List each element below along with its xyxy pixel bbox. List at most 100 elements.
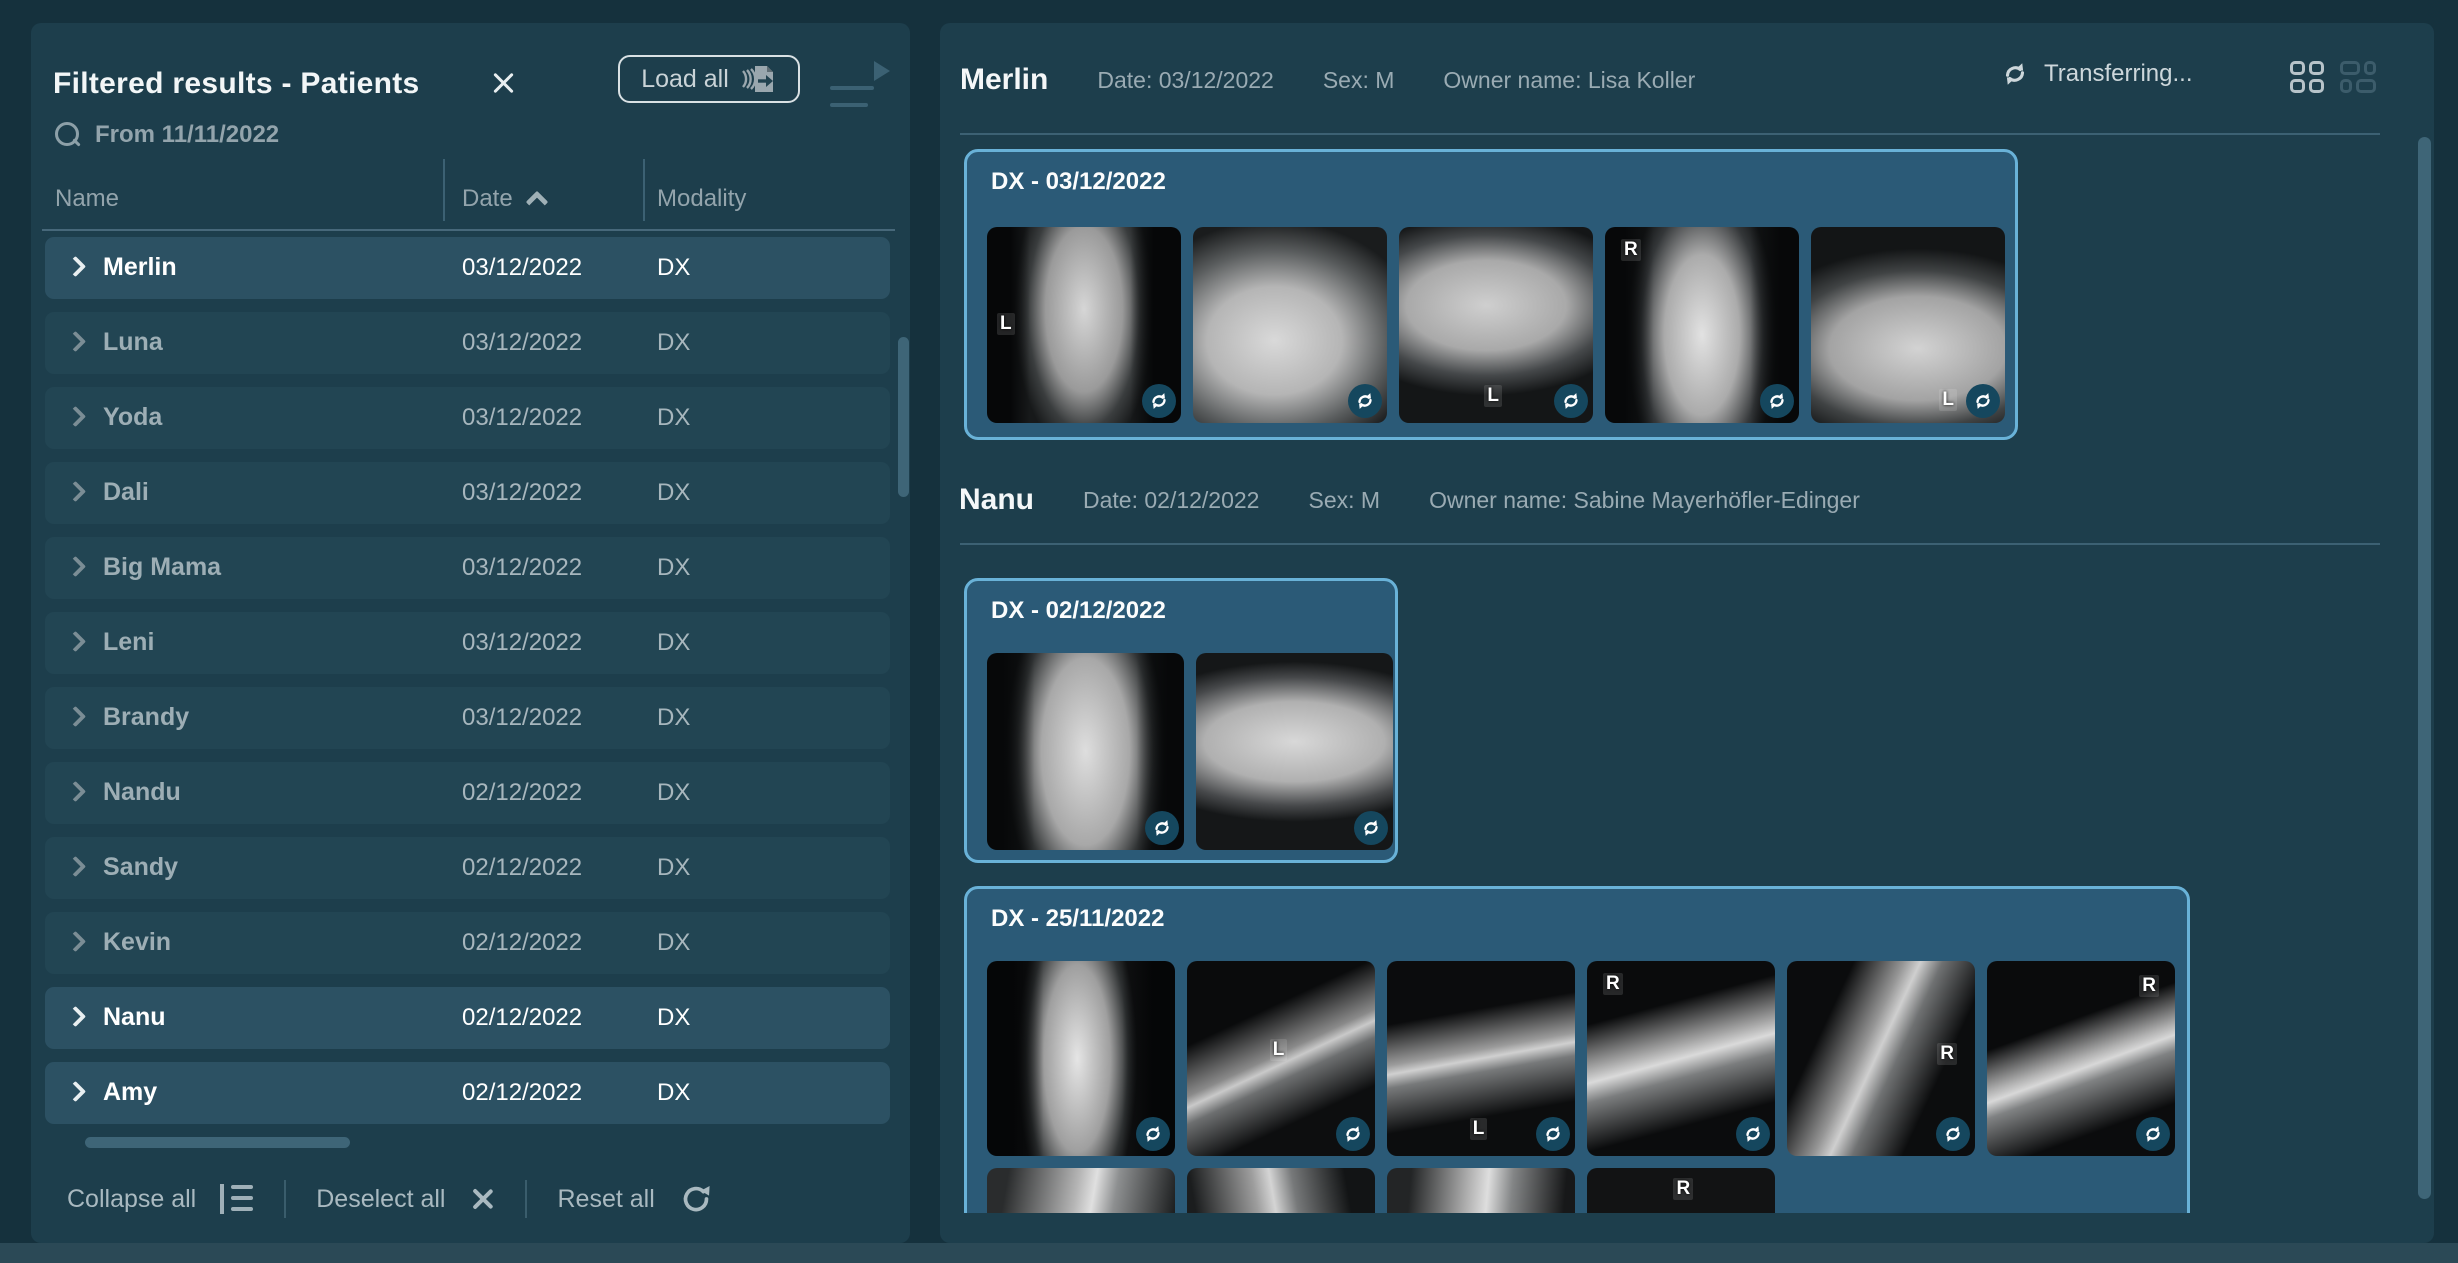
orientation-marker: L [997,313,1015,335]
column-header-date[interactable]: Date [462,185,545,213]
xray-thumbnail[interactable] [1196,653,1393,850]
xray-thumbnail[interactable]: R [1605,227,1799,423]
deselect-icon [469,1186,495,1212]
table-row[interactable]: Brandy 03/12/2022 DX [45,687,890,749]
table-row[interactable]: Amy 02/12/2022 DX [45,1062,890,1124]
load-images-icon [739,62,777,96]
orientation-marker: R [1603,973,1623,995]
patient-name: Merlin [960,63,1048,97]
row-patient-name: Luna [103,328,163,357]
series-box[interactable]: DX - 25/11/2022 [964,886,2190,1213]
row-modality: DX [657,854,690,882]
orientation-marker: R [1673,1178,1693,1200]
row-modality: DX [657,704,690,732]
row-modality: DX [657,329,690,357]
sync-icon [1145,811,1179,845]
sync-icon [1136,1117,1170,1151]
xray-thumbnail[interactable]: L [1399,227,1593,423]
transfer-status-label: Transferring... [2044,60,2193,88]
row-study-date: 02/12/2022 [462,854,582,882]
table-row[interactable]: Leni 03/12/2022 DX [45,612,890,674]
thumbnail-row [987,653,1393,850]
table-row[interactable]: Merlin 03/12/2022 DX [45,237,890,299]
xray-thumbnail[interactable]: L [1387,961,1575,1156]
xray-thumbnail[interactable] [1193,227,1387,423]
sync-icon [2136,1117,2170,1151]
mixed-layout-icon[interactable] [2340,61,2376,95]
table-header: Name Date Modality [31,173,910,229]
xray-thumbnail[interactable]: R [1587,1168,1775,1213]
xray-thumbnail[interactable]: L [1811,227,2005,423]
table-row[interactable]: Sandy 02/12/2022 DX [45,837,890,899]
column-divider [443,159,445,221]
patient-header-merlin: Merlin Date: 03/12/2022 Sex: M Owner nam… [960,63,1695,97]
table-row[interactable]: Luna 03/12/2022 DX [45,312,890,374]
row-patient-name: Nanu [103,1003,166,1032]
table-row[interactable]: Nanu 02/12/2022 DX [45,987,890,1049]
column-header-name[interactable]: Name [55,185,119,213]
xray-thumbnail[interactable] [987,653,1184,850]
search-filter[interactable]: From 11/11/2022 [55,121,279,149]
xray-thumbnail[interactable] [987,1168,1175,1213]
xray-thumbnail[interactable]: R [1987,961,2175,1156]
orientation-marker: L [1484,385,1502,407]
row-modality: DX [657,779,690,807]
chevron-right-icon [65,781,86,802]
sync-icon [1736,1117,1770,1151]
list-footer-toolbar: Collapse all Deselect all Reset all [67,1173,713,1225]
close-icon[interactable] [489,69,517,97]
chevron-right-icon [65,1081,86,1102]
table-row[interactable]: Yoda 03/12/2022 DX [45,387,890,449]
row-modality: DX [657,254,690,282]
sync-icon [1354,811,1388,845]
horizontal-scrollbar-thumb[interactable] [85,1137,350,1148]
patient-date: Date: 02/12/2022 [1083,487,1259,514]
right-panel-scrollbar-thumb[interactable] [2418,137,2431,1199]
xray-thumbnail[interactable]: L [987,227,1181,423]
orientation-marker: R [1621,239,1641,261]
row-study-date: 03/12/2022 [462,629,582,657]
table-row[interactable]: Dali 03/12/2022 DX [45,462,890,524]
xray-thumbnail[interactable] [1387,1168,1575,1213]
window-bottom-strip [0,1243,2458,1263]
row-study-date: 03/12/2022 [462,404,582,432]
toolbar-divider [525,1180,527,1218]
series-box[interactable]: DX - 02/12/2022 [964,578,1398,863]
xray-thumbnail[interactable] [987,961,1175,1156]
load-all-button[interactable]: Load all [618,55,800,103]
xray-thumbnail[interactable]: R [1787,961,1975,1156]
patient-header-nanu: Nanu Date: 02/12/2022 Sex: M Owner name:… [959,483,1860,517]
column-header-modality[interactable]: Modality [657,185,746,213]
row-modality: DX [657,554,690,582]
table-row[interactable]: Big Mama 03/12/2022 DX [45,537,890,599]
sync-icon [1336,1117,1370,1151]
sync-icon [1142,384,1176,418]
section-divider [960,133,2380,135]
transfer-arrow-icon[interactable] [830,63,892,109]
row-study-date: 02/12/2022 [462,1079,582,1107]
thumbnail-row: L L [987,961,2175,1156]
row-patient-name: Amy [103,1078,157,1107]
search-filter-text: From 11/11/2022 [95,121,279,149]
xray-thumbnail[interactable]: R [1587,961,1775,1156]
vertical-scrollbar-thumb[interactable] [898,337,909,497]
study-browser-viewport: Merlin Date: 03/12/2022 Sex: M Owner nam… [940,23,2434,1213]
patient-owner: Owner name: Sabine Mayerhöfler-Edinger [1429,487,1860,514]
series-box[interactable]: DX - 03/12/2022 L [964,149,2018,440]
transfer-status: Transferring... [2000,59,2193,89]
table-row[interactable]: Kevin 02/12/2022 DX [45,912,890,974]
row-patient-name: Nandu [103,778,181,807]
collapse-all-button[interactable]: Collapse all [67,1184,254,1214]
xray-thumbnail[interactable] [1187,1168,1375,1213]
row-patient-name: Brandy [103,703,189,732]
table-row[interactable]: Nandu 02/12/2022 DX [45,762,890,824]
sync-icon [1348,384,1382,418]
series-title: DX - 25/11/2022 [991,905,1164,933]
deselect-all-button[interactable]: Deselect all [316,1185,495,1214]
row-study-date: 02/12/2022 [462,929,582,957]
row-study-date: 03/12/2022 [462,254,582,282]
grid-layout-icon[interactable] [2290,61,2326,95]
reset-all-button[interactable]: Reset all [557,1182,712,1216]
patient-owner: Owner name: Lisa Koller [1443,67,1695,94]
xray-thumbnail[interactable]: L [1187,961,1375,1156]
